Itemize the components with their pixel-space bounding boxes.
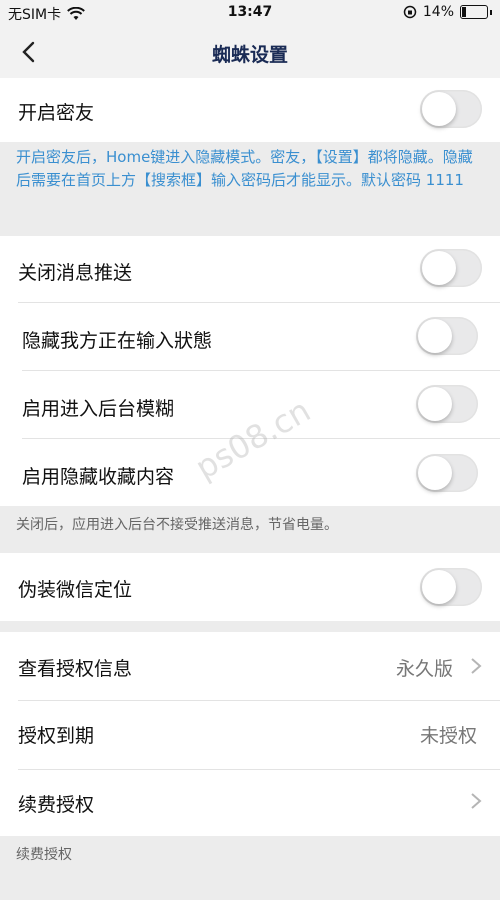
orientation-lock-icon (403, 5, 417, 19)
mi-you-toggle[interactable] (420, 90, 482, 128)
hide-favorites-label: 启用隐藏收藏内容 (22, 466, 175, 488)
toggle-knob (418, 456, 452, 490)
divider (18, 302, 500, 303)
license-group: 查看授权信息 永久版 授权到期 未授权 续费授权 (0, 632, 500, 836)
close-push-label: 关闭消息推送 (18, 262, 133, 284)
battery-tip (490, 9, 492, 15)
mi-you-description: 开启密友后，Home键进入隐藏模式。密友，【设置】都将隐藏。隐藏后需要在首页上方… (16, 148, 473, 189)
row-license-expiry: 授权到期 未授权 (0, 701, 500, 769)
row-license-info[interactable]: 查看授权信息 永久版 (0, 632, 500, 700)
background-blur-toggle[interactable] (416, 385, 478, 423)
row-fake-location: 伪装微信定位 (0, 553, 500, 621)
fake-location-label: 伪装微信定位 (18, 579, 133, 601)
row-renew-license[interactable]: 续费授权 (0, 770, 500, 836)
push-footer-note: 关闭后，应用进入后台不接受推送消息，节省电量。 (16, 517, 338, 533)
divider (22, 438, 500, 439)
fake-location-toggle[interactable] (420, 568, 482, 606)
mi-you-label: 开启密友 (18, 102, 95, 124)
page-title: 蜘蛛设置 (211, 44, 288, 66)
hide-typing-label: 隐藏我方正在输入狀態 (22, 330, 213, 352)
license-expiry-value: 未授权 (420, 725, 478, 747)
toggle-knob (418, 319, 452, 353)
close-push-toggle[interactable] (420, 249, 482, 287)
toggle-knob (422, 251, 456, 285)
battery-icon (460, 5, 488, 19)
nav-bar: 蜘蛛设置 (0, 26, 500, 78)
license-info-value: 永久版 (396, 658, 454, 680)
chevron-right-icon (471, 658, 482, 674)
row-mi-you: 开启密友 (0, 78, 500, 142)
hide-favorites-toggle[interactable] (416, 454, 478, 492)
renew-license-label: 续费授权 (18, 794, 95, 816)
background-blur-label: 启用进入后台模糊 (22, 398, 175, 420)
license-expiry-label: 授权到期 (18, 725, 95, 747)
status-bar: 无SIM卡 13:47 14% (0, 0, 500, 26)
toggle-knob (422, 570, 456, 604)
chevron-right-icon (471, 793, 482, 809)
toggle-knob (418, 387, 452, 421)
toggle-knob (422, 92, 456, 126)
divider (22, 370, 500, 371)
license-info-label: 查看授权信息 (18, 658, 133, 680)
hide-typing-toggle[interactable] (416, 317, 478, 355)
license-footer-note: 续费授权 (16, 847, 72, 863)
status-right: 14% (403, 4, 492, 20)
push-settings-group: 关闭消息推送 隐藏我方正在输入狀態 启用进入后台模糊 启用隐藏收藏内容 (0, 236, 500, 506)
battery-percent: 14% (422, 4, 454, 20)
